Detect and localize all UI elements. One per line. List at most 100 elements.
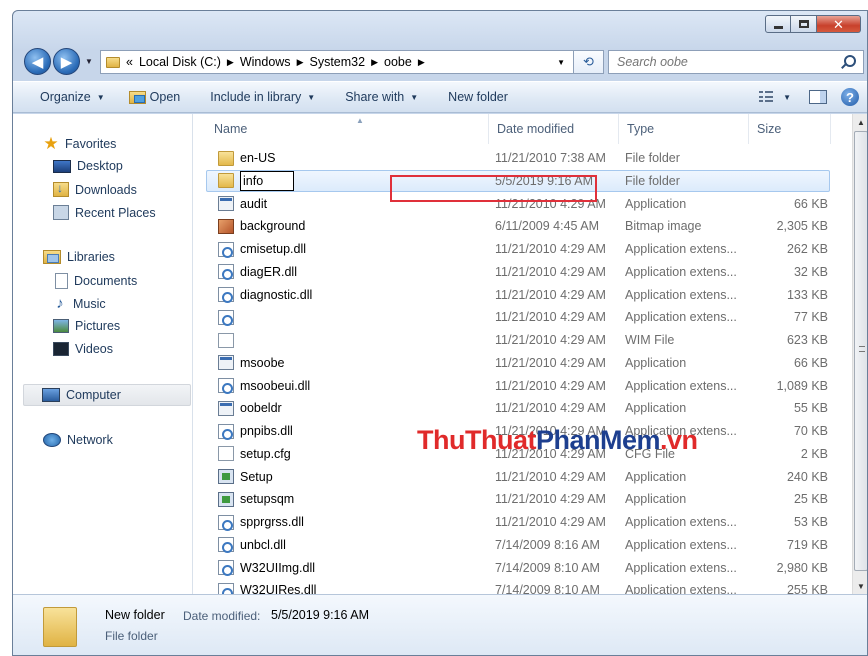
file-row[interactable]: diagER.dll 11/21/2010 4:29 AM Application … <box>194 261 852 283</box>
file-type: Application extens... <box>625 310 737 325</box>
nav-videos[interactable]: Videos <box>53 342 113 356</box>
command-bar: Organize ▼ Open Include in library ▼ Share… <box>13 81 867 113</box>
file-row[interactable]: W32UIImg.dll 7/14/2009 8:10 AM Application… <box>194 557 852 579</box>
file-name: msoobe <box>240 355 285 370</box>
help-icon[interactable]: ? <box>841 88 859 106</box>
breadcrumb-windows[interactable]: Windows <box>240 55 291 69</box>
scroll-thumb[interactable] <box>854 131 867 571</box>
file-size: 623 KB <box>786 333 828 347</box>
file-row[interactable]: audit 11/21/2010 4:29 AM Application 66 KB <box>194 193 852 215</box>
file-size: 240 KB <box>786 469 828 484</box>
nav-desktop[interactable]: Desktop <box>53 159 123 173</box>
breadcrumb-local-disk[interactable]: Local Disk (C:) <box>139 55 221 69</box>
nav-network[interactable]: Network <box>43 433 113 447</box>
back-button[interactable]: ◀ <box>24 48 51 75</box>
chevron-right-icon[interactable]: ▶ <box>371 57 378 68</box>
nav-recent-places[interactable]: Recent Places <box>53 205 156 220</box>
organize-button[interactable]: Organize ▼ <box>31 85 114 109</box>
nav-downloads[interactable]: Downloads <box>53 181 137 197</box>
music-icon: ♪ <box>56 295 64 312</box>
column-header-size[interactable]: Size <box>749 114 831 144</box>
share-with-button[interactable]: Share with ▼ <box>336 85 427 109</box>
file-row[interactable]: info 5/5/2019 9:16 AM File folder <box>206 169 830 192</box>
address-bar[interactable]: « Local Disk (C:) ▶ Windows ▶ System32 ▶… <box>100 50 574 74</box>
address-dropdown-icon[interactable]: ▼ <box>557 58 565 67</box>
details-name: New folder <box>105 608 165 622</box>
file-row[interactable]: unbcl.dll 7/14/2009 8:16 AM Application ex… <box>194 534 852 556</box>
nav-pictures-label: Pictures <box>75 319 121 333</box>
vertical-scrollbar[interactable]: ▲ ▼ <box>852 114 867 594</box>
nav-music[interactable]: ♪ Music <box>53 295 105 312</box>
organize-label: Organize <box>40 90 91 104</box>
recent-pages-dropdown[interactable]: ▼ <box>85 57 93 66</box>
file-date: 11/21/2010 4:29 AM <box>495 287 606 302</box>
file-date: 11/21/2010 4:29 AM <box>495 242 606 256</box>
new-folder-button[interactable]: New folder <box>439 85 517 109</box>
file-type: CFG File <box>625 446 675 461</box>
breadcrumb-overflow[interactable]: « <box>126 55 133 69</box>
videos-icon <box>53 342 69 356</box>
close-button[interactable]: ✕ <box>817 15 861 33</box>
explorer-window: ✕ ◀ ▶ ▼ « Local Disk (C:) ▶ Windows ▶ Sy… <box>12 10 868 656</box>
column-header-type[interactable]: Type <box>619 114 749 144</box>
file-size: 133 KB <box>786 287 828 302</box>
chevron-right-icon[interactable]: ▶ <box>227 57 234 68</box>
file-row[interactable]: 11/21/2010 4:29 AM WIM File 623 KB <box>194 329 852 351</box>
file-row[interactable]: diagnostic.dll 11/21/2010 4:29 AM Applicat… <box>194 284 852 306</box>
nav-recent-places-label: Recent Places <box>75 205 156 220</box>
file-row[interactable]: cmisetup.dll 11/21/2010 4:29 AM Applicatio… <box>194 238 852 260</box>
open-button[interactable]: Open <box>120 85 190 109</box>
file-name: pnpibs.dll <box>240 424 293 438</box>
breadcrumb-oobe[interactable]: oobe <box>384 55 412 69</box>
file-date: 7/14/2009 8:16 AM <box>495 537 600 552</box>
maximize-button[interactable] <box>791 15 817 33</box>
file-row[interactable]: pnpibs.dll 11/21/2010 4:29 AM Application … <box>194 420 852 442</box>
change-view-icon[interactable] <box>759 91 775 103</box>
file-date: 5/5/2019 9:16 AM <box>495 173 593 188</box>
file-row[interactable]: W32UIRes.dll 7/14/2009 8:10 AM Application… <box>194 579 852 594</box>
breadcrumb-system32[interactable]: System32 <box>309 55 365 69</box>
rename-input[interactable]: info <box>240 170 294 191</box>
application-icon <box>218 355 234 371</box>
chevron-right-icon[interactable]: ▶ <box>418 57 425 68</box>
file-row[interactable]: en-US 11/21/2010 7:38 AM File folder <box>194 147 852 169</box>
minimize-button[interactable] <box>765 15 791 33</box>
file-row[interactable]: background 6/11/2009 4:45 AM Bitmap image 2… <box>194 215 852 237</box>
file-row[interactable]: oobeldr 11/21/2010 4:29 AM Application 55 K… <box>194 397 852 419</box>
column-header-date[interactable]: Date modified <box>489 114 619 144</box>
nav-libraries[interactable]: Libraries <box>43 250 115 264</box>
refresh-icon: ⟲ <box>583 54 594 69</box>
dll-icon <box>218 309 234 326</box>
column-header-name[interactable]: Name ▲ <box>206 114 489 144</box>
nav-computer[interactable]: Computer <box>23 384 191 406</box>
file-row[interactable]: spprgrss.dll 11/21/2010 4:29 AM Applicatio… <box>194 511 852 533</box>
nav-pictures[interactable]: Pictures <box>53 319 120 333</box>
include-in-library-button[interactable]: Include in library ▼ <box>201 85 324 109</box>
file-row[interactable]: msoobe 11/21/2010 4:29 AM Application 66 KB <box>194 352 852 374</box>
chevron-down-icon: ▼ <box>410 92 419 102</box>
dll-icon <box>218 287 234 303</box>
dll-icon <box>218 537 234 554</box>
computer-icon <box>42 388 60 402</box>
nav-documents[interactable]: Documents <box>53 273 137 289</box>
nav-favorites[interactable]: ★ Favorites <box>43 135 116 152</box>
dll-icon <box>218 423 234 440</box>
view-dropdown-icon[interactable]: ▼ <box>783 93 791 102</box>
scroll-up-icon[interactable]: ▲ <box>853 114 867 130</box>
file-date: 11/21/2010 4:29 AM <box>495 515 606 529</box>
file-row[interactable]: setup.cfg 11/21/2010 4:29 AM CFG File 2 KB <box>194 443 852 465</box>
file-name-cell <box>218 332 240 348</box>
refresh-button[interactable]: ⟲ <box>574 50 604 74</box>
file-row[interactable]: msoobeui.dll 11/21/2010 4:29 AM Applicatio… <box>194 375 852 397</box>
forward-button[interactable]: ▶ <box>53 48 80 75</box>
caption-buttons: ✕ <box>765 15 861 33</box>
chevron-right-icon[interactable]: ▶ <box>297 57 304 68</box>
search-icon[interactable] <box>843 55 857 69</box>
preview-pane-icon[interactable] <box>809 90 827 104</box>
file-row[interactable]: 11/21/2010 4:29 AM Application extens... 7… <box>194 306 852 328</box>
search-box[interactable] <box>608 50 864 74</box>
file-row[interactable]: Setup 11/21/2010 4:29 AM Application 240 KB <box>194 466 852 488</box>
search-input[interactable] <box>617 55 817 69</box>
file-row[interactable]: setupsqm 11/21/2010 4:29 AM Application 25 … <box>194 488 852 510</box>
scroll-down-icon[interactable]: ▼ <box>853 578 867 594</box>
